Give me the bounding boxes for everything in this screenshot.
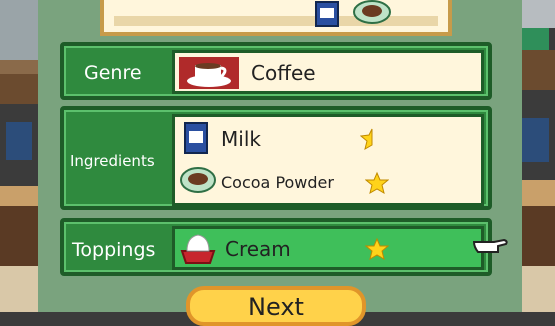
ingredients-label: Ingredients xyxy=(70,152,155,170)
pointing-hand-icon xyxy=(472,238,508,253)
milk-carton-icon xyxy=(184,122,208,154)
half-star-icon xyxy=(360,128,373,151)
genre-select[interactable]: Coffee xyxy=(172,50,484,94)
toppings-value: Cream xyxy=(225,237,291,261)
ingredients-row: Ingredients Milk Cocoa Powder xyxy=(60,106,492,210)
genre-row: Genre Coffee xyxy=(60,42,492,100)
cocoa-bowl-icon xyxy=(180,167,216,193)
ingredients-list: Milk Cocoa Powder xyxy=(172,114,484,206)
star-icon xyxy=(365,171,389,195)
cream-bowl-icon xyxy=(180,234,216,264)
ingredient-item[interactable]: Cocoa Powder xyxy=(175,161,481,205)
ingredient-item[interactable]: Milk xyxy=(175,117,481,161)
ingredient-name: Cocoa Powder xyxy=(221,173,334,192)
coffee-cup-icon xyxy=(179,57,239,89)
genre-value: Coffee xyxy=(251,61,316,85)
next-button[interactable]: Next xyxy=(186,286,366,326)
star-icon xyxy=(365,237,389,261)
cocoa-bowl-icon xyxy=(353,0,391,24)
genre-label: Genre xyxy=(84,62,142,84)
ingredient-name: Milk xyxy=(221,127,261,151)
dish-preview xyxy=(100,0,452,36)
milk-carton-icon xyxy=(315,1,339,27)
toppings-row: Toppings Cream xyxy=(60,218,492,276)
toppings-label: Toppings xyxy=(72,239,156,261)
toppings-select[interactable]: Cream xyxy=(172,226,484,270)
